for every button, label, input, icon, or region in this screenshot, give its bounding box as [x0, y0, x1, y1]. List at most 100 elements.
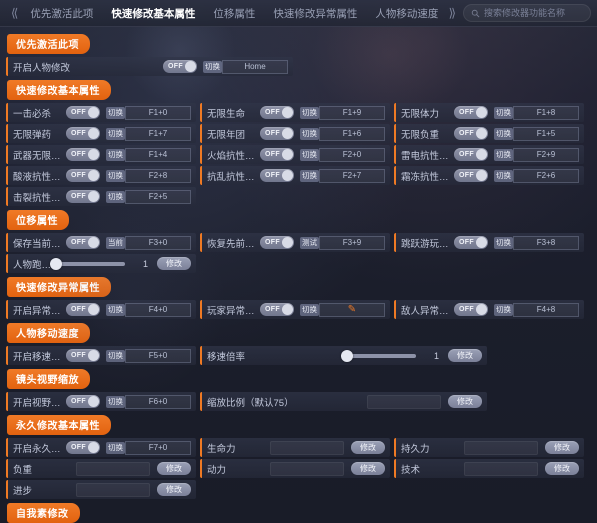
- slider-track[interactable]: [340, 349, 416, 362]
- toggle-switch[interactable]: OFF: [454, 106, 488, 119]
- value-input[interactable]: [270, 440, 344, 455]
- toggle-switch[interactable]: OFF: [66, 169, 100, 182]
- hotkey-mode-chip[interactable]: 切换: [300, 106, 319, 119]
- hotkey-mode-chip[interactable]: 当前: [106, 236, 125, 249]
- toggle-switch[interactable]: OFF: [260, 106, 294, 119]
- hotkey-mode-chip[interactable]: 切换: [494, 148, 513, 161]
- hotkey-key-field[interactable]: F3+0: [125, 235, 191, 250]
- hotkey-mode-chip[interactable]: 切换: [106, 148, 125, 161]
- hotkey-mode-chip[interactable]: 切换: [300, 127, 319, 140]
- hotkey-mode-chip[interactable]: 切换: [106, 395, 125, 408]
- hotkey-mode-chip[interactable]: 切换: [203, 60, 222, 73]
- tab-1[interactable]: 快速修改基本属性: [102, 6, 204, 21]
- hotkey-key-field[interactable]: F1+7: [125, 126, 191, 141]
- hotkey-key-field[interactable]: F5+0: [125, 348, 191, 363]
- modify-button[interactable]: 修改: [545, 462, 579, 475]
- hotkey-key-field[interactable]: F6+0: [125, 394, 191, 409]
- hotkey-mode-chip[interactable]: 切换: [300, 169, 319, 182]
- toggle-switch[interactable]: OFF: [66, 106, 100, 119]
- hotkey-key-field[interactable]: F2+6: [513, 168, 579, 183]
- hotkey-mode-chip[interactable]: 测试: [300, 236, 319, 249]
- search-box[interactable]: [463, 4, 591, 22]
- hotkey-mode-chip[interactable]: 切换: [106, 106, 125, 119]
- hotkey-key-field[interactable]: F2+9: [513, 147, 579, 162]
- hotkey-mode-chip[interactable]: 切换: [494, 169, 513, 182]
- hotkey-key-field[interactable]: F3+9: [319, 235, 385, 250]
- hotkey-mode-chip[interactable]: 切换: [106, 190, 125, 203]
- hotkey-key-field[interactable]: F3+8: [513, 235, 579, 250]
- modify-button[interactable]: 修改: [351, 441, 385, 454]
- toggle-switch[interactable]: OFF: [260, 303, 294, 316]
- hotkey-key-field[interactable]: F2+0: [319, 147, 385, 162]
- tab-0[interactable]: 优先激活此项: [21, 6, 102, 21]
- hotkey-mode-chip[interactable]: 切换: [106, 349, 125, 362]
- modify-button[interactable]: 修改: [157, 257, 191, 270]
- value-input[interactable]: [367, 394, 441, 409]
- hotkey-mode-chip[interactable]: 切换: [106, 303, 125, 316]
- value-input[interactable]: [464, 461, 538, 476]
- search-input[interactable]: [484, 8, 583, 18]
- hotkey-key-field[interactable]: F1+9: [319, 105, 385, 120]
- toggle-switch[interactable]: OFF: [66, 441, 100, 454]
- hotkey-key-field[interactable]: F1+6: [319, 126, 385, 141]
- hotkey-key-field[interactable]: F1+8: [513, 105, 579, 120]
- toggle-switch[interactable]: OFF: [260, 236, 294, 249]
- modify-button[interactable]: 修改: [351, 462, 385, 475]
- nav-prev-icon[interactable]: ⟨⟨: [6, 6, 21, 20]
- toggle-switch[interactable]: OFF: [66, 148, 100, 161]
- toggle-switch[interactable]: OFF: [454, 169, 488, 182]
- modify-button[interactable]: 修改: [157, 483, 191, 496]
- slider-thumb[interactable]: [340, 349, 353, 362]
- tab-3[interactable]: 快速修改异常属性: [264, 6, 366, 21]
- toggle-switch[interactable]: OFF: [454, 148, 488, 161]
- toggle-switch[interactable]: OFF: [66, 127, 100, 140]
- hotkey-key-field[interactable]: F1+0: [125, 105, 191, 120]
- toggle-switch[interactable]: OFF: [260, 169, 294, 182]
- tab-4[interactable]: 人物移动速度: [366, 6, 443, 21]
- toggle-switch[interactable]: OFF: [454, 303, 488, 316]
- value-slider[interactable]: [340, 349, 416, 362]
- hotkey-edit-pencil-icon[interactable]: ✎: [319, 302, 385, 317]
- value-input[interactable]: [76, 482, 150, 497]
- hotkey-mode-chip[interactable]: 切换: [494, 127, 513, 140]
- hotkey-mode-chip[interactable]: 切换: [106, 169, 125, 182]
- hotkey-key-field[interactable]: F4+0: [125, 302, 191, 317]
- toggle-switch[interactable]: OFF: [66, 303, 100, 316]
- nav-next-icon[interactable]: ⟩⟩: [444, 6, 459, 20]
- toggle-switch[interactable]: OFF: [66, 395, 100, 408]
- toggle-switch[interactable]: OFF: [260, 127, 294, 140]
- hotkey-key-field[interactable]: F2+8: [125, 168, 191, 183]
- toggle-switch[interactable]: OFF: [454, 127, 488, 140]
- modify-button[interactable]: 修改: [448, 349, 482, 362]
- toggle-switch[interactable]: OFF: [66, 236, 100, 249]
- toggle-switch[interactable]: OFF: [163, 60, 197, 73]
- hotkey-mode-chip[interactable]: 切换: [300, 148, 319, 161]
- hotkey-mode-chip[interactable]: 切换: [106, 441, 125, 454]
- toggle-switch[interactable]: OFF: [66, 349, 100, 362]
- toggle-switch[interactable]: OFF: [454, 236, 488, 249]
- hotkey-mode-chip[interactable]: 切换: [494, 106, 513, 119]
- hotkey-mode-chip[interactable]: 切换: [106, 127, 125, 140]
- value-slider[interactable]: [49, 257, 125, 270]
- hotkey-key-field[interactable]: F2+5: [125, 189, 191, 204]
- value-input[interactable]: [270, 461, 344, 476]
- hotkey-key-field[interactable]: Home: [222, 59, 288, 74]
- tab-2[interactable]: 位移属性: [204, 6, 264, 21]
- hotkey-key-field[interactable]: F1+4: [125, 147, 191, 162]
- toggle-switch[interactable]: OFF: [260, 148, 294, 161]
- hotkey-mode-chip[interactable]: 切换: [300, 303, 319, 316]
- hotkey-mode-chip[interactable]: 切换: [494, 236, 513, 249]
- slider-track[interactable]: [49, 257, 125, 270]
- hotkey-key-field[interactable]: F4+8: [513, 302, 579, 317]
- slider-thumb[interactable]: [49, 257, 62, 270]
- modify-button[interactable]: 修改: [448, 395, 482, 408]
- value-input[interactable]: [464, 440, 538, 455]
- modify-button[interactable]: 修改: [545, 441, 579, 454]
- hotkey-key-field[interactable]: F2+7: [319, 168, 385, 183]
- value-input[interactable]: [76, 461, 150, 476]
- modify-button[interactable]: 修改: [157, 462, 191, 475]
- hotkey-mode-chip[interactable]: 切换: [494, 303, 513, 316]
- hotkey-key-field[interactable]: F1+5: [513, 126, 579, 141]
- hotkey-key-field[interactable]: F7+0: [125, 440, 191, 455]
- toggle-switch[interactable]: OFF: [66, 190, 100, 203]
